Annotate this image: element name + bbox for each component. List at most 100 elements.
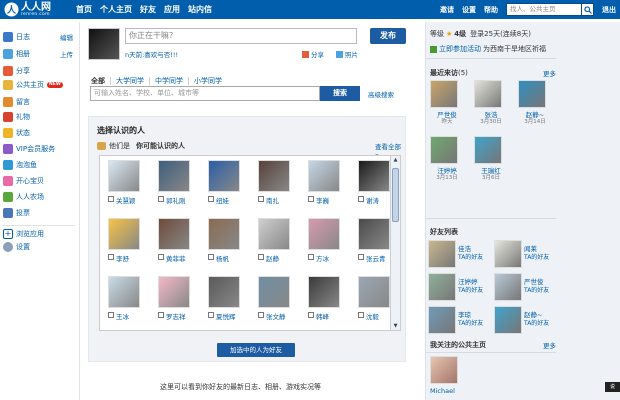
person-name[interactable]: 南扎 <box>266 195 279 205</box>
scrollbar-thumb[interactable] <box>392 168 399 222</box>
person-name[interactable]: 李巍 <box>316 195 329 205</box>
visitor-card[interactable]: 王瑞红 3月6日 <box>472 136 512 184</box>
sidebar-item-vote[interactable]: 投票 <box>3 207 77 219</box>
visitor-photo[interactable] <box>474 136 502 164</box>
person-card[interactable]: 罗志祥 <box>156 276 206 330</box>
sidebar-item-message[interactable]: 留言 <box>3 96 77 108</box>
sidebar-item-fish[interactable]: 泡泡鱼 <box>3 159 77 171</box>
corner-button[interactable]: 说 <box>605 382 620 392</box>
person-card[interactable]: 郭礼刚 <box>156 160 206 214</box>
person-photo[interactable] <box>258 160 290 192</box>
friend-friends-link[interactable]: TA的好友 <box>458 252 483 261</box>
tab-primary-school[interactable]: 小学同学 <box>188 77 227 85</box>
scroll-down-icon[interactable]: ▼ <box>392 323 399 329</box>
friend-friends-link[interactable]: TA的好友 <box>458 285 483 294</box>
person-photo[interactable] <box>258 276 290 308</box>
visitor-photo[interactable] <box>430 136 458 164</box>
person-checkbox[interactable] <box>258 312 264 318</box>
sidebar-item-blog[interactable]: 日志 <box>3 31 77 43</box>
invite-link[interactable]: 邀请 <box>440 5 454 15</box>
person-name[interactable]: 杨帆 <box>216 253 229 263</box>
person-photo[interactable] <box>108 218 140 250</box>
settings-link[interactable]: 设置 <box>462 5 476 15</box>
friend-item[interactable]: 李琼 TA的好友 <box>428 306 492 336</box>
nav-home[interactable]: 首页 <box>72 0 96 19</box>
person-card[interactable]: 李舒 <box>106 218 156 272</box>
person-photo[interactable] <box>308 160 340 192</box>
publish-button[interactable]: 发布 <box>370 28 406 44</box>
friend-friends-link[interactable]: TA的好友 <box>458 318 483 327</box>
person-checkbox[interactable] <box>158 254 164 260</box>
nav-inbox[interactable]: 站内信 <box>184 0 216 19</box>
friend-photo[interactable] <box>428 306 456 334</box>
person-name[interactable]: 沈毅 <box>366 311 379 321</box>
person-card[interactable]: 杨帆 <box>206 218 256 272</box>
friend-photo[interactable] <box>494 273 522 301</box>
person-name[interactable]: 夏悦辉 <box>216 311 236 321</box>
person-photo[interactable] <box>158 160 190 192</box>
logout-link[interactable]: 退出 <box>602 5 616 15</box>
person-card[interactable]: 南扎 <box>256 160 306 214</box>
person-checkbox[interactable] <box>358 312 364 318</box>
person-checkbox[interactable] <box>308 254 314 260</box>
person-photo[interactable] <box>208 276 240 308</box>
sidebar-item-page[interactable]: 公共主页 NEW <box>3 79 77 91</box>
top-search-input[interactable]: 找人、公共主页 <box>506 3 582 16</box>
person-checkbox[interactable] <box>208 254 214 260</box>
friend-item[interactable]: 赵静~ TA的好友 <box>494 306 558 336</box>
person-card[interactable]: 黄菲菲 <box>156 218 206 272</box>
person-photo[interactable] <box>358 276 390 308</box>
person-name[interactable]: 张文静 <box>266 311 286 321</box>
sidebar-item-share[interactable]: 分享 <box>3 65 77 77</box>
person-photo[interactable] <box>308 218 340 250</box>
person-card[interactable]: 方冰 <box>306 218 356 272</box>
person-photo[interactable] <box>108 276 140 308</box>
person-photo[interactable] <box>308 276 340 308</box>
grid-scrollbar[interactable]: ▲ ▼ <box>390 156 400 330</box>
visitor-card[interactable]: 张浩 3月30日 <box>472 80 512 128</box>
person-card[interactable]: 赵静 <box>256 218 306 272</box>
person-card[interactable]: 夏悦辉 <box>206 276 256 330</box>
person-checkbox[interactable] <box>358 196 364 202</box>
sidebar-item-farm[interactable]: 人人农场 <box>3 191 77 203</box>
friend-photo[interactable] <box>494 240 522 268</box>
more-visitors-link[interactable]: 更多 <box>543 68 556 78</box>
friend-friends-link[interactable]: TA的好友 <box>524 318 549 327</box>
advanced-search-link[interactable]: 高级搜索 <box>368 89 394 99</box>
person-name[interactable]: 关慧颖 <box>116 195 136 205</box>
visitor-card[interactable]: 严世俊 昨天 <box>428 80 468 128</box>
visitor-photo[interactable] <box>430 80 458 108</box>
friend-item[interactable]: 闻莱 TA的好友 <box>494 240 558 270</box>
help-link[interactable]: 帮助 <box>484 5 498 15</box>
sidebar-item-browse-apps[interactable]: + 浏览应用 <box>3 228 77 240</box>
visitor-photo[interactable] <box>474 80 502 108</box>
person-card[interactable]: 李巍 <box>306 160 356 214</box>
sidebar-item-album[interactable]: 相册 <box>3 48 77 60</box>
person-checkbox[interactable] <box>208 196 214 202</box>
person-checkbox[interactable] <box>108 312 114 318</box>
people-search-button[interactable]: 搜索 <box>320 86 360 101</box>
person-checkbox[interactable] <box>258 196 264 202</box>
tab-university[interactable]: 大学同学 <box>110 77 149 85</box>
visitor-card[interactable]: 赵静~ 3月14日 <box>516 80 556 128</box>
person-photo[interactable] <box>258 218 290 250</box>
add-friends-button[interactable]: 加选中的人为好友 <box>217 343 295 357</box>
person-checkbox[interactable] <box>158 196 164 202</box>
person-photo[interactable] <box>108 160 140 192</box>
person-checkbox[interactable] <box>258 254 264 260</box>
page-name[interactable]: Michael <box>430 387 455 395</box>
person-name[interactable]: 罗志祥 <box>166 311 186 321</box>
person-card[interactable]: 纽娃 <box>206 160 256 214</box>
friend-friends-link[interactable]: TA的好友 <box>524 252 549 261</box>
friend-photo[interactable] <box>428 273 456 301</box>
person-name[interactable]: 黄菲菲 <box>166 253 186 263</box>
person-name[interactable]: 韩峰 <box>316 311 329 321</box>
person-name[interactable]: 纽娃 <box>216 195 229 205</box>
person-checkbox[interactable] <box>358 254 364 260</box>
person-name[interactable]: 赵静 <box>266 253 279 263</box>
friend-item[interactable]: 佳浩 TA的好友 <box>428 240 492 270</box>
person-checkbox[interactable] <box>158 312 164 318</box>
last-status-link[interactable]: n天前:喜欢与否!!! <box>125 49 178 59</box>
people-search-input[interactable]: 可输入姓名、学校、单位、城市等 <box>90 86 320 101</box>
sidebar-item-status[interactable]: 状态 <box>3 127 77 139</box>
